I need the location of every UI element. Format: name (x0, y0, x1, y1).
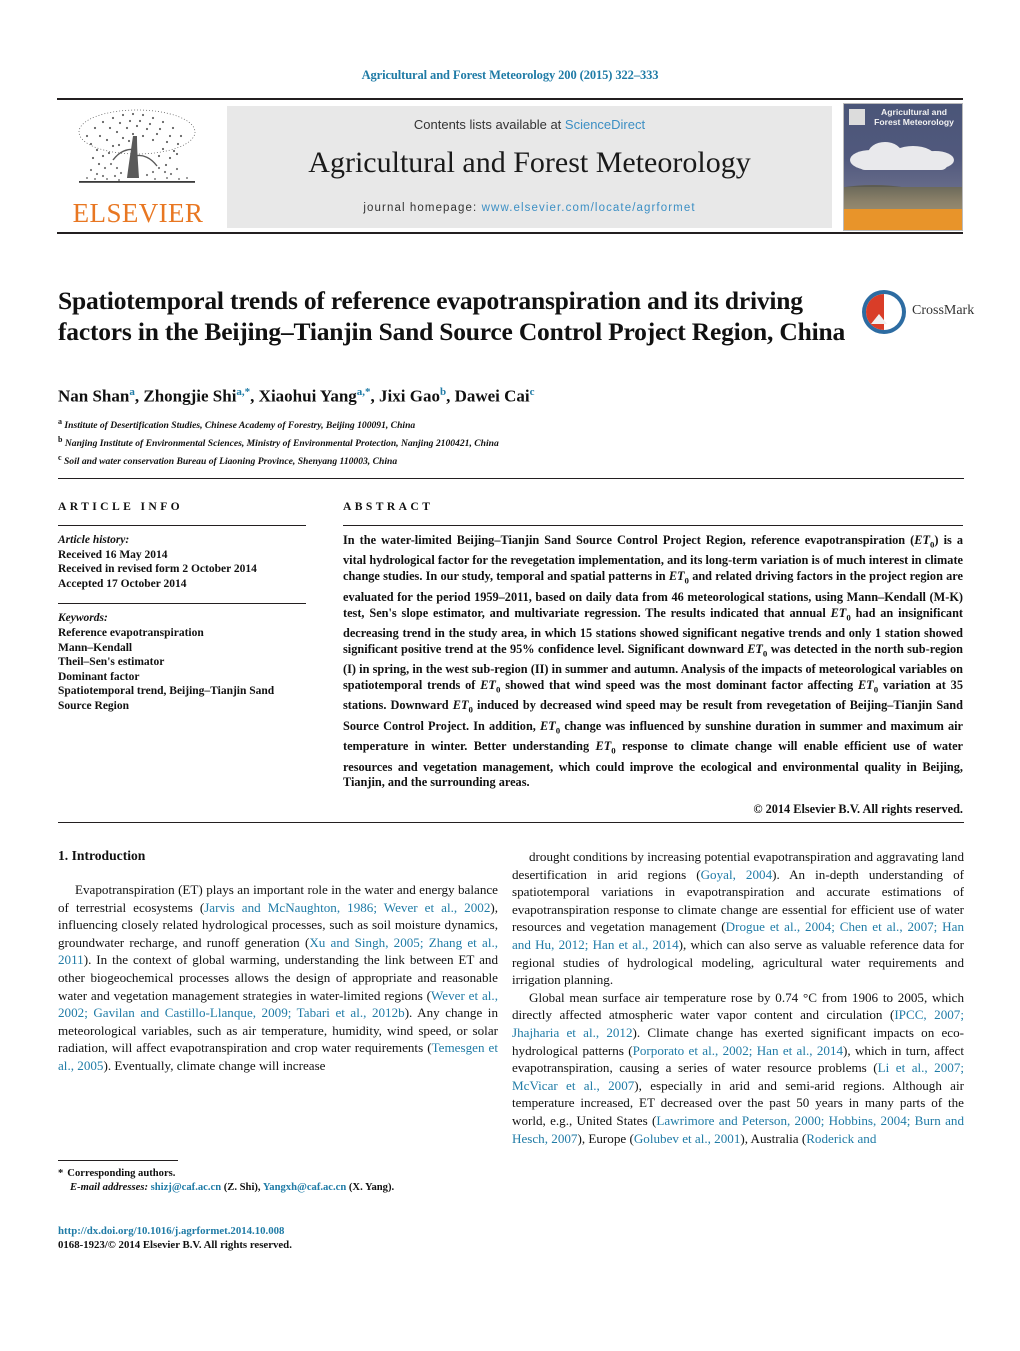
journal-title: Agricultural and Forest Meteorology (308, 146, 751, 179)
keyword-item: Reference evapotranspiration (58, 626, 204, 639)
body-column-right: drought conditions by increasing potenti… (512, 848, 964, 1147)
affiliation-text: Nanjing Institute of Environmental Scien… (64, 438, 499, 450)
crossmark-triangle (871, 314, 887, 324)
cover-meta-left (849, 221, 850, 225)
cover-elsevier-mark-icon (849, 109, 865, 125)
journal-masthead: ELSEVIER Contents lists available at Sci… (57, 98, 963, 234)
keyword-item: Dominant factor (58, 670, 140, 683)
abstract-heading: ABSTRACT (343, 500, 434, 513)
contents-available-line: Contents lists available at ScienceDirec… (227, 117, 832, 132)
cover-bottom-band (844, 208, 962, 230)
email-addresses-label: E-mail addresses: (70, 1181, 148, 1193)
keywords-divider (58, 603, 306, 605)
article-history-item: Accepted 17 October 2014 (58, 577, 187, 590)
author-list: Nan Shana, Zhongjie Shia,*, Xiaohui Yang… (58, 386, 535, 406)
doi-block: http://dx.doi.org/10.1016/j.agrformet.20… (58, 1225, 498, 1253)
affiliation-item: a Institute of Desertification Studies, … (58, 415, 878, 433)
doi-link[interactable]: http://dx.doi.org/10.1016/j.agrformet.20… (58, 1225, 498, 1239)
cover-journal-title: Agricultural and Forest Meteorology (874, 107, 954, 127)
footnote-line-1: * Corresponding authors. (58, 1167, 498, 1181)
footnote-line-2: E-mail addresses: shizj@caf.ac.cn (Z. Sh… (70, 1181, 395, 1193)
abstract-body: In the water-limited Beijing–Tianjin San… (343, 533, 964, 790)
article-history-item: Received in revised form 2 October 2014 (58, 563, 257, 576)
affiliation-list: a Institute of Desertification Studies, … (58, 415, 878, 470)
sciencedirect-link[interactable]: ScienceDirect (565, 117, 645, 132)
intro-paragraph: Evapotranspiration (ET) plays an importa… (58, 882, 499, 1073)
crossmark-left-half (866, 294, 884, 330)
corresponding-author-footnote: * Corresponding authors. E-mail addresses… (58, 1167, 498, 1194)
article-info-column: ARTICLE INFO Article history: Received 1… (58, 500, 306, 714)
article-info-heading: ARTICLE INFO (58, 500, 184, 513)
affiliation-item: b Nanjing Institute of Environmental Sci… (58, 433, 878, 451)
crossmark-label: CrossMark (912, 303, 975, 318)
email-link-shi[interactable]: shizj@caf.ac.cn (151, 1182, 221, 1193)
footnote-divider (58, 1160, 178, 1161)
abstract-divider (343, 525, 963, 526)
corresponding-authors-label: Corresponding authors. (67, 1168, 176, 1179)
article-title-block: Spatiotemporal trends of reference evapo… (58, 285, 848, 347)
contents-prefix: Contents lists available at (413, 117, 565, 132)
journal-homepage-link[interactable]: www.elsevier.com/locate/agrformet (482, 202, 696, 214)
email-owner-yang: (X. Yang) (348, 1181, 392, 1193)
keyword-item: Mann–Kendall (58, 641, 133, 654)
affiliation-marker: b (58, 435, 63, 445)
affiliation-text: Institute of Desertification Studies, Ch… (64, 420, 416, 432)
article-history-item: Received 16 May 2014 (58, 548, 168, 561)
crossmark-icon (862, 290, 906, 334)
affiliation-text: Soil and water conservation Bureau of Li… (63, 456, 398, 468)
abstract-column: ABSTRACT In the water-limited Beijing–Ti… (343, 500, 963, 817)
footnote-star: * (58, 1168, 64, 1179)
article-history-label: Article history: (58, 534, 130, 546)
issn-copyright-line: 0168-1923/© 2014 Elsevier B.V. All right… (58, 1238, 292, 1251)
affiliation-marker: c (58, 453, 62, 463)
keywords-block: Keywords: Reference evapotranspiration M… (58, 611, 306, 713)
body-column-left: 1. Introduction Evapotranspiration (ET) … (58, 848, 498, 1075)
intro-paragraph: Global mean surface air temperature rose… (512, 989, 964, 1146)
cover-cloud (858, 156, 948, 170)
crossmark-badge[interactable]: CrossMark (862, 290, 974, 336)
section-heading-introduction: 1. Introduction (58, 848, 146, 863)
keywords-label: Keywords: (58, 612, 108, 625)
affiliation-item: c Soil and water conservation Bureau of … (58, 451, 878, 469)
elsevier-logo: ELSEVIER (59, 106, 217, 228)
elsevier-wordmark: ELSEVIER (72, 198, 204, 228)
elsevier-tree-icon (78, 109, 196, 183)
email-owner-shi: (Z. Shi) (223, 1181, 258, 1193)
paper-page: Agricultural and Forest Meteorology 200 … (0, 0, 1020, 1351)
email-link-yang[interactable]: Yangxh@caf.ac.cn (263, 1182, 346, 1193)
masthead-panel: Contents lists available at ScienceDirec… (227, 106, 832, 228)
journal-cover-thumbnail: Agricultural and Forest Meteorology (843, 103, 963, 231)
divider-above-body (58, 822, 964, 823)
divider-under-affiliations (58, 478, 964, 479)
article-history-block: Article history: Received 16 May 2014 Re… (58, 533, 306, 591)
intro-paragraph: drought conditions by increasing potenti… (512, 849, 965, 988)
cover-meta-right (956, 221, 957, 225)
article-info-divider (58, 525, 306, 526)
affiliation-marker: a (58, 417, 62, 426)
homepage-prefix: journal homepage: (363, 202, 482, 214)
journal-homepage-line: journal homepage: www.elsevier.com/locat… (227, 202, 832, 214)
keyword-item: Theil–Sen's estimator (58, 656, 165, 669)
abstract-copyright: © 2014 Elsevier B.V. All rights reserved… (753, 802, 963, 817)
article-title: Spatiotemporal trends of reference evapo… (58, 286, 845, 346)
running-head: Agricultural and Forest Meteorology 200 … (361, 68, 659, 82)
keyword-item: Spatiotemporal trend, Beijing–Tianjin Sa… (58, 685, 275, 712)
